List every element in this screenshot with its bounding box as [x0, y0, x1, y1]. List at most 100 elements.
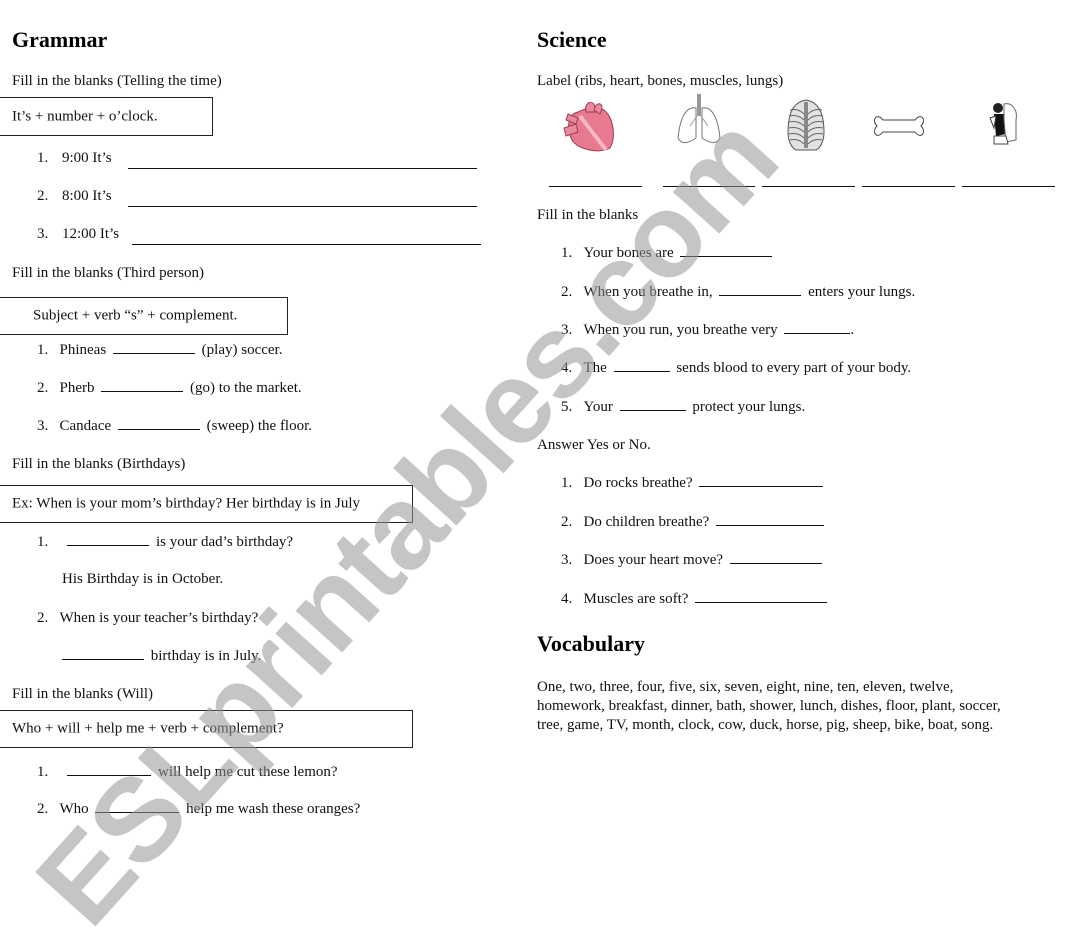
science-fill-item: 3. When you run, you breathe very .: [561, 322, 854, 339]
item-after: (go) to the market.: [190, 380, 302, 396]
will-item: 1. will help me cut these lemon?: [37, 764, 338, 781]
answer-blank[interactable]: [695, 601, 828, 603]
answer-blank[interactable]: [699, 485, 824, 487]
label-blank[interactable]: [862, 186, 955, 187]
label-blank[interactable]: [962, 186, 1055, 187]
item-after: sends blood to every part of your body.: [676, 360, 912, 376]
answer-blank[interactable]: [128, 206, 477, 207]
answer-blank[interactable]: [719, 294, 802, 296]
will-rule: Who + will + help me + verb + complement…: [12, 720, 284, 737]
answer-blank[interactable]: [101, 390, 184, 392]
item-number: 2.: [37, 188, 49, 204]
answer-blank[interactable]: [112, 352, 195, 354]
item-after: protect your lungs.: [692, 399, 806, 415]
bone-picture-icon: [874, 116, 924, 136]
third-person-rule: Subject + verb “s” + complement.: [33, 307, 238, 324]
yesno-item: 1. Do rocks breathe?: [561, 475, 826, 492]
item-before: When you run, you breathe very: [583, 322, 778, 338]
birthdays-instruction: Fill in the blanks (Birthdays): [12, 456, 186, 472]
item-before: Phineas: [59, 342, 107, 358]
birthdays-example-box: Ex: When is your mom’s birthday? Her bir…: [0, 485, 413, 523]
label-blank[interactable]: [762, 186, 855, 187]
answer-blank[interactable]: [716, 524, 825, 526]
item-number: 2.: [37, 380, 49, 396]
third-person-item: 2. Pherb (go) to the market.: [37, 380, 302, 397]
item-after: (sweep) the floor.: [206, 418, 313, 434]
answer-blank[interactable]: [784, 332, 851, 334]
item-before: Pherb: [59, 380, 95, 396]
item-number: 3.: [37, 226, 49, 242]
yesno-item: 4. Muscles are soft?: [561, 591, 830, 608]
telling-time-instruction: Fill in the blanks (Telling the time): [12, 73, 222, 89]
item-number: 3.: [37, 418, 49, 434]
yesno-instruction: Answer Yes or No.: [537, 437, 651, 453]
vocabulary-list: One, two, three, four, five, six, seven,…: [537, 678, 1001, 735]
item-number: 1.: [37, 342, 49, 358]
item-text: 8:00 It’s: [62, 188, 112, 204]
item-before: Candace: [59, 418, 112, 434]
item-after: help me wash these oranges?: [186, 801, 361, 817]
item-text: Do children breathe?: [583, 514, 710, 530]
item-after: birthday is in July.: [150, 648, 262, 664]
item-number: 1.: [37, 534, 49, 550]
birthdays-example: Ex: When is your mom’s birthday? Her bir…: [12, 495, 361, 512]
ribs-picture-icon: [787, 99, 825, 151]
answer-blank[interactable]: [62, 658, 144, 660]
muscles-picture-icon: [989, 103, 1017, 145]
label-blank[interactable]: [663, 186, 755, 187]
item-before: Who: [59, 801, 89, 817]
will-instruction: Fill in the blanks (Will): [12, 686, 154, 702]
answer-blank[interactable]: [128, 168, 477, 169]
item-number: 4.: [561, 360, 573, 376]
will-rule-box: Who + will + help me + verb + complement…: [0, 710, 413, 748]
answer-blank[interactable]: [619, 409, 686, 411]
answer-blank[interactable]: [132, 244, 481, 245]
birthdays-item: 2. When is your teacher’s birthday?: [37, 610, 258, 627]
science-title: Science: [537, 27, 607, 52]
item-number: 1.: [37, 150, 49, 166]
label-instruction: Label (ribs, heart, bones, muscles, lung…: [537, 73, 784, 89]
vocabulary-line: One, two, three, four, five, six, seven,…: [537, 679, 954, 695]
science-fill-item: 2. When you breathe in, enters your lung…: [561, 284, 915, 301]
birthdays-answer-line: birthday is in July.: [62, 648, 261, 665]
birthdays-answer-line: His Birthday is in October.: [62, 571, 224, 587]
telling-time-rule: It’s + number + o’clock.: [12, 108, 158, 124]
item-after: (play) soccer.: [201, 342, 283, 358]
vocabulary-line: tree, game, TV, month, clock, cow, duck,…: [537, 717, 994, 733]
answer-blank[interactable]: [117, 428, 200, 430]
grammar-title: Grammar: [12, 27, 108, 52]
answer-blank[interactable]: [680, 255, 773, 257]
yesno-item: 2. Do children breathe?: [561, 514, 827, 531]
item-number: 2.: [37, 610, 49, 626]
item-number: 1.: [561, 245, 573, 261]
answer-blank[interactable]: [613, 370, 670, 372]
item-after: will help me cut these lemon?: [158, 764, 338, 780]
answer-blank[interactable]: [95, 811, 180, 813]
item-number: 4.: [561, 591, 573, 607]
item-number: 2.: [37, 801, 49, 817]
science-fill-item: 5. Your protect your lungs.: [561, 399, 805, 416]
telling-time-rule-box: It’s + number + o’clock.: [0, 97, 213, 136]
answer-blank[interactable]: [729, 562, 822, 564]
vocabulary-line: homework, breakfast, dinner, bath, showe…: [537, 698, 1001, 714]
yesno-item: 3. Does your heart move?: [561, 552, 825, 569]
item-question: When is your teacher’s birthday?: [59, 610, 259, 626]
vocabulary-title: Vocabulary: [537, 631, 645, 656]
third-person-item: 1. Phineas (play) soccer.: [37, 342, 282, 359]
third-person-item: 3. Candace (sweep) the floor.: [37, 418, 312, 435]
item-text: 12:00 It’s: [62, 226, 120, 242]
heart-picture-icon: [563, 101, 614, 152]
label-blank[interactable]: [549, 186, 642, 187]
item-number: 1.: [37, 764, 49, 780]
answer-blank[interactable]: [67, 544, 150, 546]
item-text: Muscles are soft?: [583, 591, 689, 607]
lungs-picture-icon: [677, 94, 721, 144]
item-number: 3.: [561, 552, 573, 568]
third-person-instruction: Fill in the blanks (Third person): [12, 265, 205, 281]
item-before: The: [583, 360, 607, 376]
item-text: Does your heart move?: [583, 552, 724, 568]
item-after: .: [850, 322, 855, 338]
item-text: Do rocks breathe?: [583, 475, 693, 491]
item-before: Your: [583, 399, 613, 415]
answer-blank[interactable]: [67, 774, 152, 776]
